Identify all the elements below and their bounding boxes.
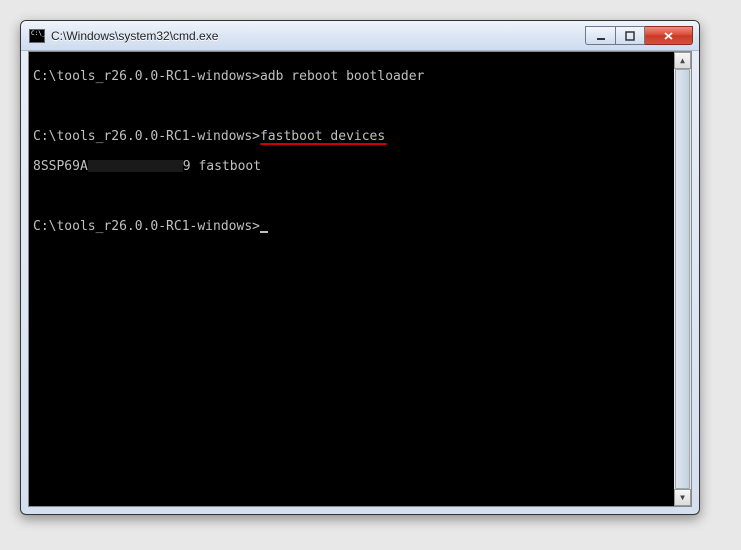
prompt: C:\tools_r26.0.0-RC1-windows>: [33, 69, 260, 84]
prompt: C:\tools_r26.0.0-RC1-windows>: [33, 219, 260, 234]
cmd-window: C:\Windows\system32\cmd.exe C:\tools_r26…: [20, 20, 700, 515]
scroll-up-button[interactable]: ▲: [674, 52, 691, 69]
device-id-prefix: 8SSP69A: [33, 159, 88, 174]
scroll-track[interactable]: [674, 69, 691, 489]
window-controls: [585, 26, 693, 45]
console-output: C:\tools_r26.0.0-RC1-windows>adb reboot …: [33, 54, 687, 264]
cmd-icon: [29, 29, 45, 43]
scrollbar[interactable]: ▲ ▼: [674, 52, 691, 506]
command-text: adb reboot bootloader: [260, 69, 424, 84]
scroll-down-button[interactable]: ▼: [674, 489, 691, 506]
minimize-button[interactable]: [585, 26, 615, 45]
redacted-text: [88, 160, 183, 172]
device-id-suffix: 9 fastboot: [183, 159, 261, 174]
titlebar[interactable]: C:\Windows\system32\cmd.exe: [21, 21, 699, 51]
scroll-thumb[interactable]: [675, 69, 690, 489]
cursor: [260, 231, 268, 233]
close-button[interactable]: [645, 26, 693, 45]
window-title: C:\Windows\system32\cmd.exe: [51, 29, 585, 43]
console-area[interactable]: C:\tools_r26.0.0-RC1-windows>adb reboot …: [28, 51, 692, 507]
maximize-button[interactable]: [615, 26, 645, 45]
prompt: C:\tools_r26.0.0-RC1-windows>: [33, 129, 260, 144]
highlighted-command: fastboot devices: [260, 129, 385, 144]
